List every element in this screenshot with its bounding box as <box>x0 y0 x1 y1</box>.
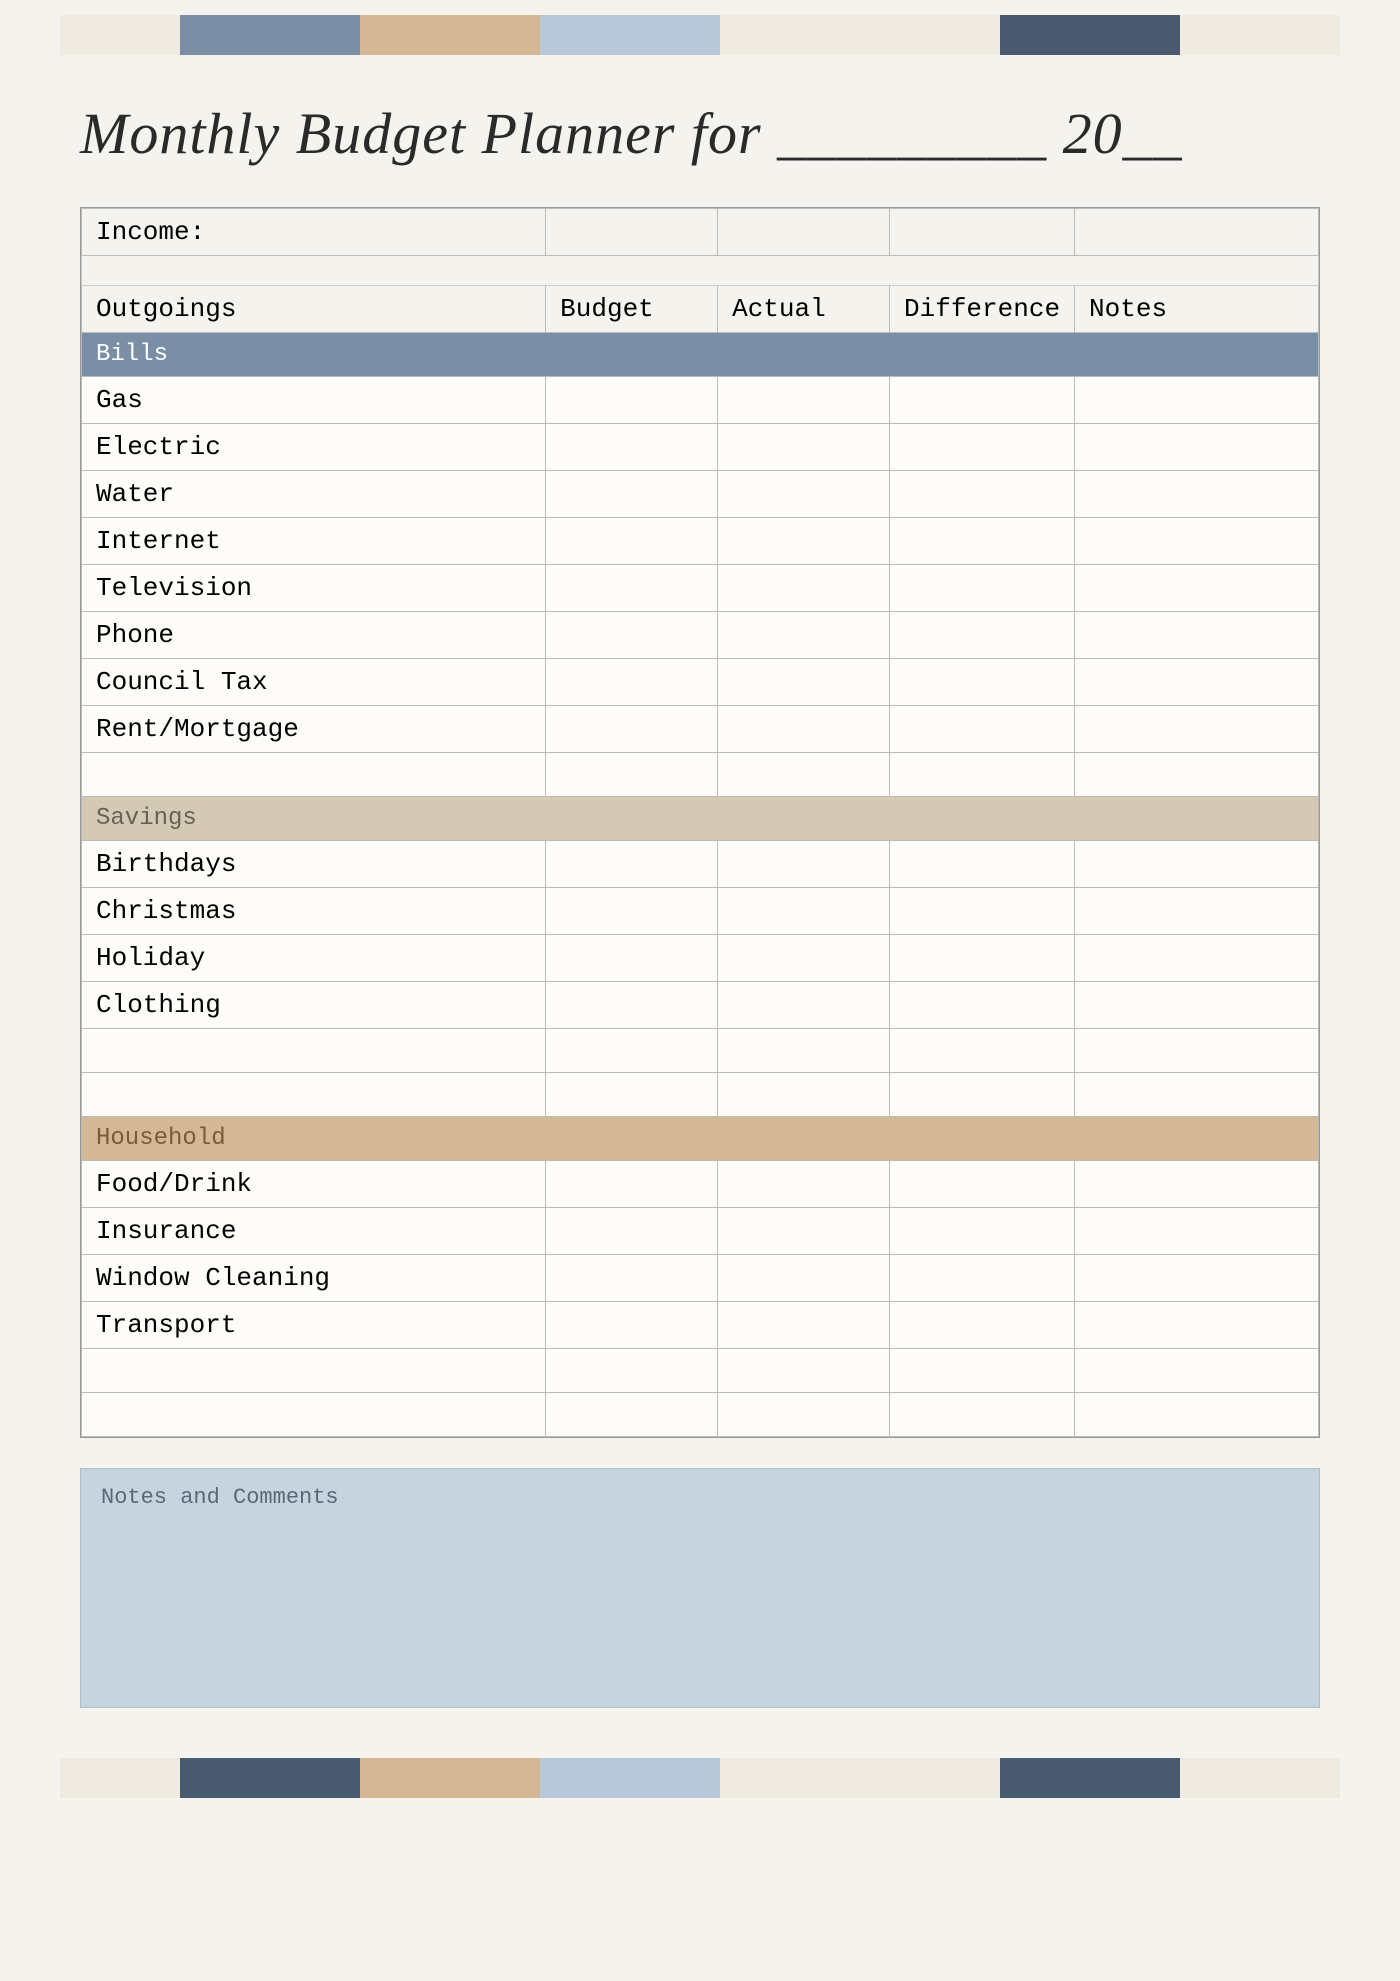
table-row: Birthdays <box>82 841 1319 888</box>
empty-row <box>82 1029 1319 1073</box>
col-actual-header: Actual <box>718 286 890 333</box>
notes-section: Notes and Comments <box>80 1468 1320 1708</box>
deco-bottom-block-2 <box>180 1758 360 1798</box>
deco-bottom-block-5 <box>720 1758 1000 1798</box>
birthdays-label: Birthdays <box>82 841 546 888</box>
transport-label: Transport <box>82 1302 546 1349</box>
household-category-row: Household <box>82 1117 1319 1161</box>
council-tax-label: Council Tax <box>82 659 546 706</box>
table-row: Christmas <box>82 888 1319 935</box>
deco-block-6 <box>1000 15 1180 55</box>
empty-row <box>82 1349 1319 1393</box>
savings-label: Savings <box>82 797 1319 841</box>
table-row: Insurance <box>82 1208 1319 1255</box>
bills-label: Bills <box>82 333 1319 377</box>
col-outgoings-header: Outgoings <box>82 286 546 333</box>
income-actual-cell <box>718 209 890 256</box>
deco-bottom-block-1 <box>60 1758 180 1798</box>
title-area: Monthly Budget Planner for _________ 20_… <box>0 60 1400 197</box>
table-row: Council Tax <box>82 659 1319 706</box>
clothing-label: Clothing <box>82 982 546 1029</box>
deco-block-5 <box>720 15 1000 55</box>
savings-category-row: Savings <box>82 797 1319 841</box>
header-row: Outgoings Budget Actual Difference Notes <box>82 286 1319 333</box>
col-budget-header: Budget <box>546 286 718 333</box>
table-row: Food/Drink <box>82 1161 1319 1208</box>
table-row: Phone <box>82 612 1319 659</box>
income-row: Income: <box>82 209 1319 256</box>
table-row: Window Cleaning <box>82 1255 1319 1302</box>
col-difference-header: Difference <box>890 286 1075 333</box>
bottom-decoration <box>0 1748 1400 1808</box>
empty-row <box>82 753 1319 797</box>
title-blank: _________ <box>777 101 1063 166</box>
deco-block-7 <box>1180 15 1340 55</box>
television-label: Television <box>82 565 546 612</box>
spacer-row-1 <box>82 256 1319 286</box>
household-label: Household <box>82 1117 1319 1161</box>
col-notes-header: Notes <box>1075 286 1319 333</box>
empty-row <box>82 1393 1319 1437</box>
table-row: Clothing <box>82 982 1319 1029</box>
table-row: Holiday <box>82 935 1319 982</box>
empty-row <box>82 1073 1319 1117</box>
christmas-label: Christmas <box>82 888 546 935</box>
top-decoration <box>0 0 1400 60</box>
table-row: Water <box>82 471 1319 518</box>
bills-category-row: Bills <box>82 333 1319 377</box>
gas-label: Gas <box>82 377 546 424</box>
table-row: Internet <box>82 518 1319 565</box>
table-row: Rent/Mortgage <box>82 706 1319 753</box>
income-label: Income: <box>82 209 546 256</box>
table-row: Electric <box>82 424 1319 471</box>
budget-table-container: Income: Outgoings Budget Actual Differen… <box>80 207 1320 1438</box>
deco-block-2 <box>180 15 360 55</box>
income-diff-cell <box>890 209 1075 256</box>
page-title: Monthly Budget Planner for _________ 20_… <box>80 100 1320 167</box>
window-cleaning-label: Window Cleaning <box>82 1255 546 1302</box>
budget-table: Income: Outgoings Budget Actual Differen… <box>81 208 1319 1437</box>
notes-label: Notes and Comments <box>101 1485 1299 1510</box>
income-budget-cell <box>546 209 718 256</box>
table-row: Television <box>82 565 1319 612</box>
deco-bottom-block-4 <box>540 1758 720 1798</box>
table-row: Transport <box>82 1302 1319 1349</box>
title-year: 20__ <box>1063 101 1183 166</box>
food-drink-label: Food/Drink <box>82 1161 546 1208</box>
deco-block-3 <box>360 15 540 55</box>
insurance-label: Insurance <box>82 1208 546 1255</box>
deco-block-1 <box>60 15 180 55</box>
holiday-label: Holiday <box>82 935 546 982</box>
deco-block-4 <box>540 15 720 55</box>
deco-bottom-block-3 <box>360 1758 540 1798</box>
deco-bottom-block-6 <box>1000 1758 1180 1798</box>
deco-bottom-block-7 <box>1180 1758 1340 1798</box>
water-label: Water <box>82 471 546 518</box>
rent-mortgage-label: Rent/Mortgage <box>82 706 546 753</box>
income-notes-cell <box>1075 209 1319 256</box>
internet-label: Internet <box>82 518 546 565</box>
table-row: Gas <box>82 377 1319 424</box>
electric-label: Electric <box>82 424 546 471</box>
phone-label: Phone <box>82 612 546 659</box>
